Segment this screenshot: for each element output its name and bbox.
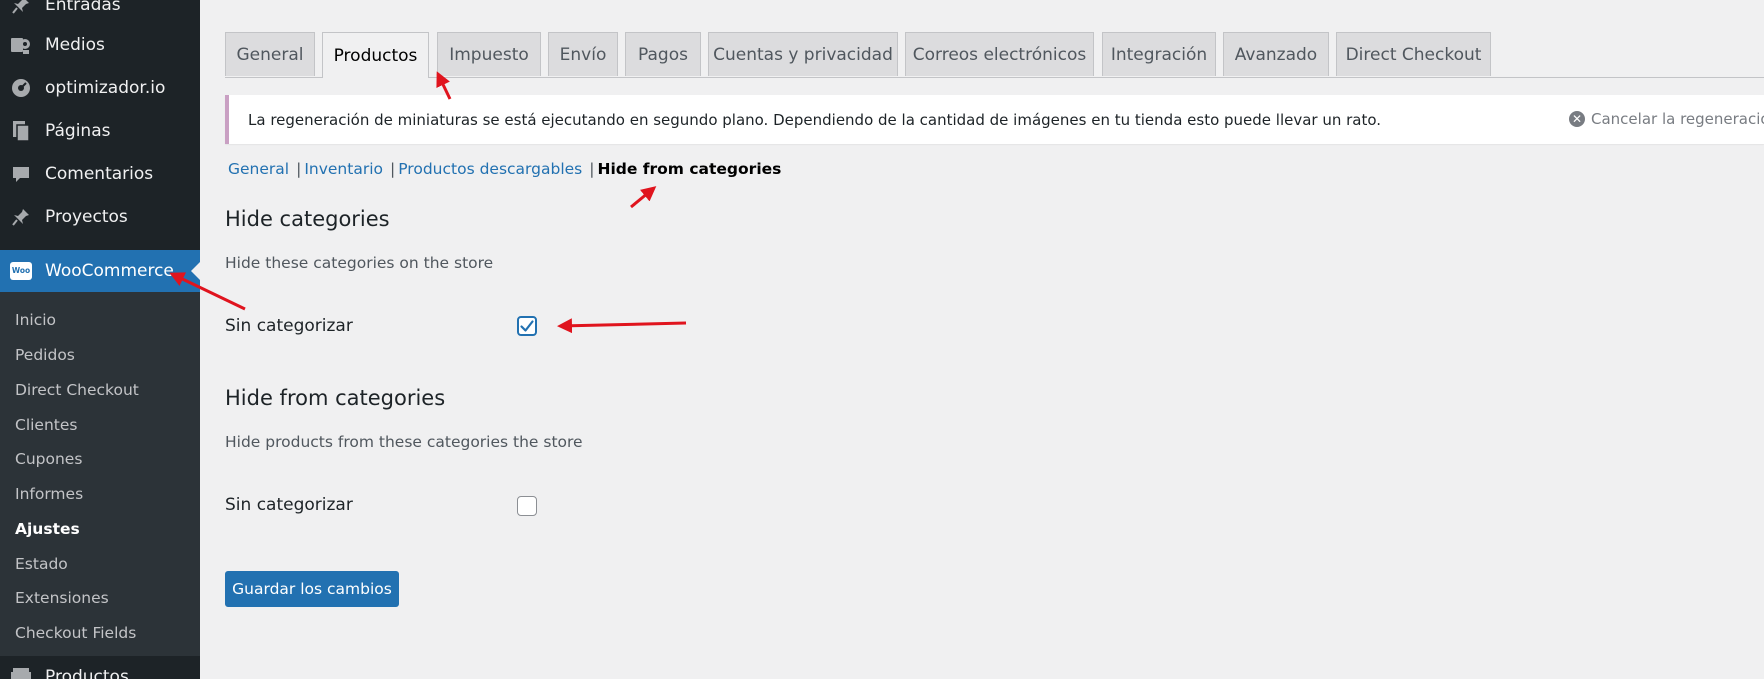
sidebar-item-label: Páginas	[45, 121, 111, 141]
sidebar-item-label: WooCommerce	[45, 261, 174, 281]
submenu-item-clientes[interactable]: Clientes	[15, 416, 77, 434]
woo-icon-text: Woo	[10, 262, 32, 280]
tab-cuentas-y-privacidad[interactable]: Cuentas y privacidad	[708, 32, 898, 76]
sidebar-item-label: Entradas	[45, 0, 121, 15]
cancel-regeneration-label: Cancelar la regeneración de	[1591, 110, 1764, 128]
save-changes-button[interactable]: Guardar los cambios	[225, 571, 399, 607]
submenu-item-direct-checkout[interactable]: Direct Checkout	[15, 381, 139, 399]
subsection-separator: |	[390, 160, 396, 178]
subsection-link-general[interactable]: General	[228, 160, 289, 178]
main-content: General Productos Impuesto Envío Pagos C…	[200, 0, 1764, 679]
section-description: Hide products from these categories the …	[225, 433, 583, 451]
submenu-item-estado[interactable]: Estado	[15, 555, 68, 573]
checkmark-icon	[520, 320, 534, 332]
regeneration-notice: La regeneración de miniaturas se está ej…	[225, 95, 1764, 144]
section-title-hide-from-categories: Hide from categories	[225, 386, 446, 410]
subsection-separator: |	[589, 160, 595, 178]
notice-text: La regeneración de miniaturas se está ej…	[248, 110, 1382, 129]
section-title-hide-categories: Hide categories	[225, 207, 390, 231]
comment-icon	[9, 162, 33, 186]
submenu-item-extensiones[interactable]: Extensiones	[15, 589, 109, 607]
close-icon: ✕	[1569, 111, 1585, 127]
tab-avanzado[interactable]: Avanzado	[1223, 32, 1329, 76]
submenu-item-informes[interactable]: Informes	[15, 485, 83, 503]
field-label-sin-categorizar: Sin categorizar	[225, 316, 353, 336]
sidebar-item-label: Proyectos	[45, 207, 128, 227]
admin-sidebar: Entradas Medios optimizador.io Páginas C…	[0, 0, 200, 679]
tab-productos[interactable]: Productos	[322, 32, 429, 78]
tab-envio[interactable]: Envío	[548, 32, 618, 76]
submenu-item-pedidos[interactable]: Pedidos	[15, 346, 75, 364]
pages-icon	[9, 119, 33, 143]
sidebar-item-label: Medios	[45, 35, 105, 55]
subsection-link-productos-descargables[interactable]: Productos descargables	[398, 160, 582, 178]
submenu-item-checkout-fields[interactable]: Checkout Fields	[15, 624, 136, 642]
subsection-nav: General | Inventario | Productos descargable…	[228, 160, 781, 178]
tab-impuesto[interactable]: Impuesto	[437, 32, 541, 76]
woo-icon: Woo	[9, 259, 33, 283]
submenu-item-cupones[interactable]: Cupones	[15, 450, 82, 468]
hide-category-checkbox[interactable]	[517, 316, 537, 336]
section-description: Hide these categories on the store	[225, 254, 494, 272]
tab-integracion[interactable]: Integración	[1102, 32, 1216, 76]
tab-general[interactable]: General	[225, 32, 315, 76]
subsection-separator: |	[296, 160, 302, 178]
sidebar-item-label: Productos	[45, 667, 129, 679]
woocommerce-submenu: Inicio Pedidos Direct Checkout Clientes …	[0, 292, 200, 656]
media-icon	[9, 33, 33, 57]
hide-products-checkbox[interactable]	[517, 496, 537, 516]
products-icon	[9, 665, 33, 679]
sidebar-item-comentarios[interactable]: Comentarios	[0, 153, 200, 195]
submenu-item-inicio[interactable]: Inicio	[15, 311, 56, 329]
field-label-sin-categorizar: Sin categorizar	[225, 495, 353, 515]
sidebar-item-optimizador[interactable]: optimizador.io	[0, 67, 200, 109]
pin-icon	[9, 205, 33, 229]
cancel-regeneration-link[interactable]: ✕ Cancelar la regeneración de	[1569, 110, 1764, 128]
sidebar-item-label: Comentarios	[45, 164, 154, 184]
subsection-link-inventario[interactable]: Inventario	[304, 160, 383, 178]
tab-direct-checkout[interactable]: Direct Checkout	[1336, 32, 1491, 76]
tab-correos-electronicos[interactable]: Correos electrónicos	[905, 32, 1094, 76]
tab-pagos[interactable]: Pagos	[625, 32, 701, 76]
sidebar-item-woocommerce[interactable]: Woo WooCommerce	[0, 250, 200, 292]
submenu-item-ajustes[interactable]: Ajustes	[15, 520, 80, 538]
pin-icon	[9, 0, 33, 17]
gauge-icon	[9, 76, 33, 100]
sidebar-item-entradas[interactable]: Entradas	[0, 0, 200, 26]
subsection-current: Hide from categories	[597, 160, 782, 178]
settings-tabs: General Productos Impuesto Envío Pagos C…	[225, 32, 1764, 78]
sidebar-item-proyectos[interactable]: Proyectos	[0, 196, 200, 238]
sidebar-item-label: optimizador.io	[45, 78, 166, 98]
sidebar-item-productos[interactable]: Productos	[0, 656, 200, 679]
sidebar-item-medios[interactable]: Medios	[0, 24, 200, 66]
sidebar-item-paginas[interactable]: Páginas	[0, 110, 200, 152]
